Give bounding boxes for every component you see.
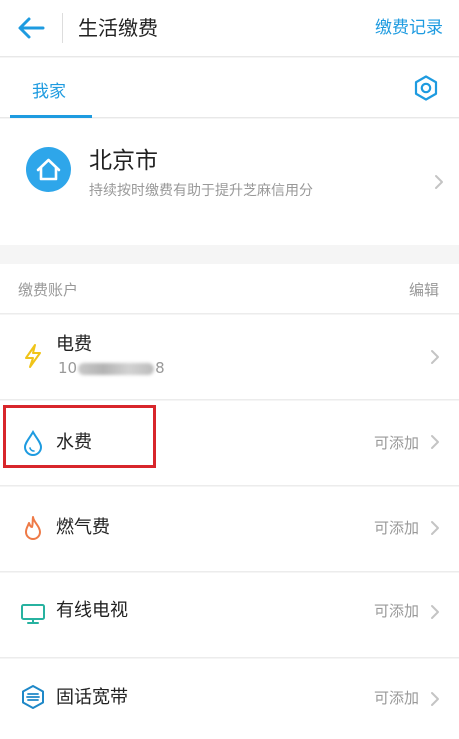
active-tab-indicator: [10, 115, 92, 118]
page-title: 生活缴费: [78, 16, 158, 40]
credit-tip: 持续按时缴费有助于提升芝麻信用分: [89, 183, 313, 199]
add-status: 可添加: [373, 434, 419, 452]
add-status: 可添加: [373, 519, 419, 537]
home-card[interactable]: 北京市 持续按时缴费有助于提升芝麻信用分: [0, 119, 459, 245]
item-name: 有线电视: [56, 600, 128, 621]
payment-records-link[interactable]: 缴费记录: [375, 16, 443, 40]
lightning-icon: [25, 344, 41, 368]
header-divider: [62, 13, 63, 43]
house-icon: [26, 147, 71, 192]
tab-my-home[interactable]: 我家: [32, 77, 66, 102]
tab-bar: 我家: [0, 58, 459, 118]
add-status: 可添加: [373, 689, 419, 707]
chevron-right-icon: [431, 350, 439, 364]
account-number: 10 8: [58, 359, 165, 377]
accounts-header: 缴费账户 编辑: [0, 264, 459, 314]
tv-icon: [21, 604, 45, 624]
chevron-right-icon: [431, 692, 439, 706]
masked-digits: [78, 362, 155, 375]
add-status: 可添加: [373, 602, 419, 620]
top-bar: 生活缴费 缴费记录: [0, 0, 459, 57]
list-item-cable-tv[interactable]: 有线电视 可添加: [0, 573, 459, 658]
broadband-icon: [22, 685, 44, 709]
list-item-broadband[interactable]: 固话宽带 可添加: [0, 659, 459, 739]
flame-icon: [25, 516, 41, 540]
item-name: 电费: [56, 334, 92, 355]
back-arrow-icon[interactable]: [16, 14, 46, 42]
chevron-right-icon: [431, 435, 439, 449]
edit-button[interactable]: 编辑: [409, 279, 439, 300]
gear-icon[interactable]: [412, 74, 440, 102]
item-name: 固话宽带: [56, 687, 128, 708]
city-name: 北京市: [89, 148, 158, 174]
highlight-annotation-box: [3, 405, 156, 468]
chevron-right-icon: [431, 521, 439, 535]
list-item-gas[interactable]: 燃气费 可添加: [0, 487, 459, 572]
chevron-right-icon: [435, 175, 443, 189]
accounts-section-label: 缴费账户: [18, 281, 79, 299]
chevron-right-icon: [431, 605, 439, 619]
item-name: 燃气费: [56, 517, 110, 538]
list-item-electricity[interactable]: 电费 10 8: [0, 315, 459, 400]
